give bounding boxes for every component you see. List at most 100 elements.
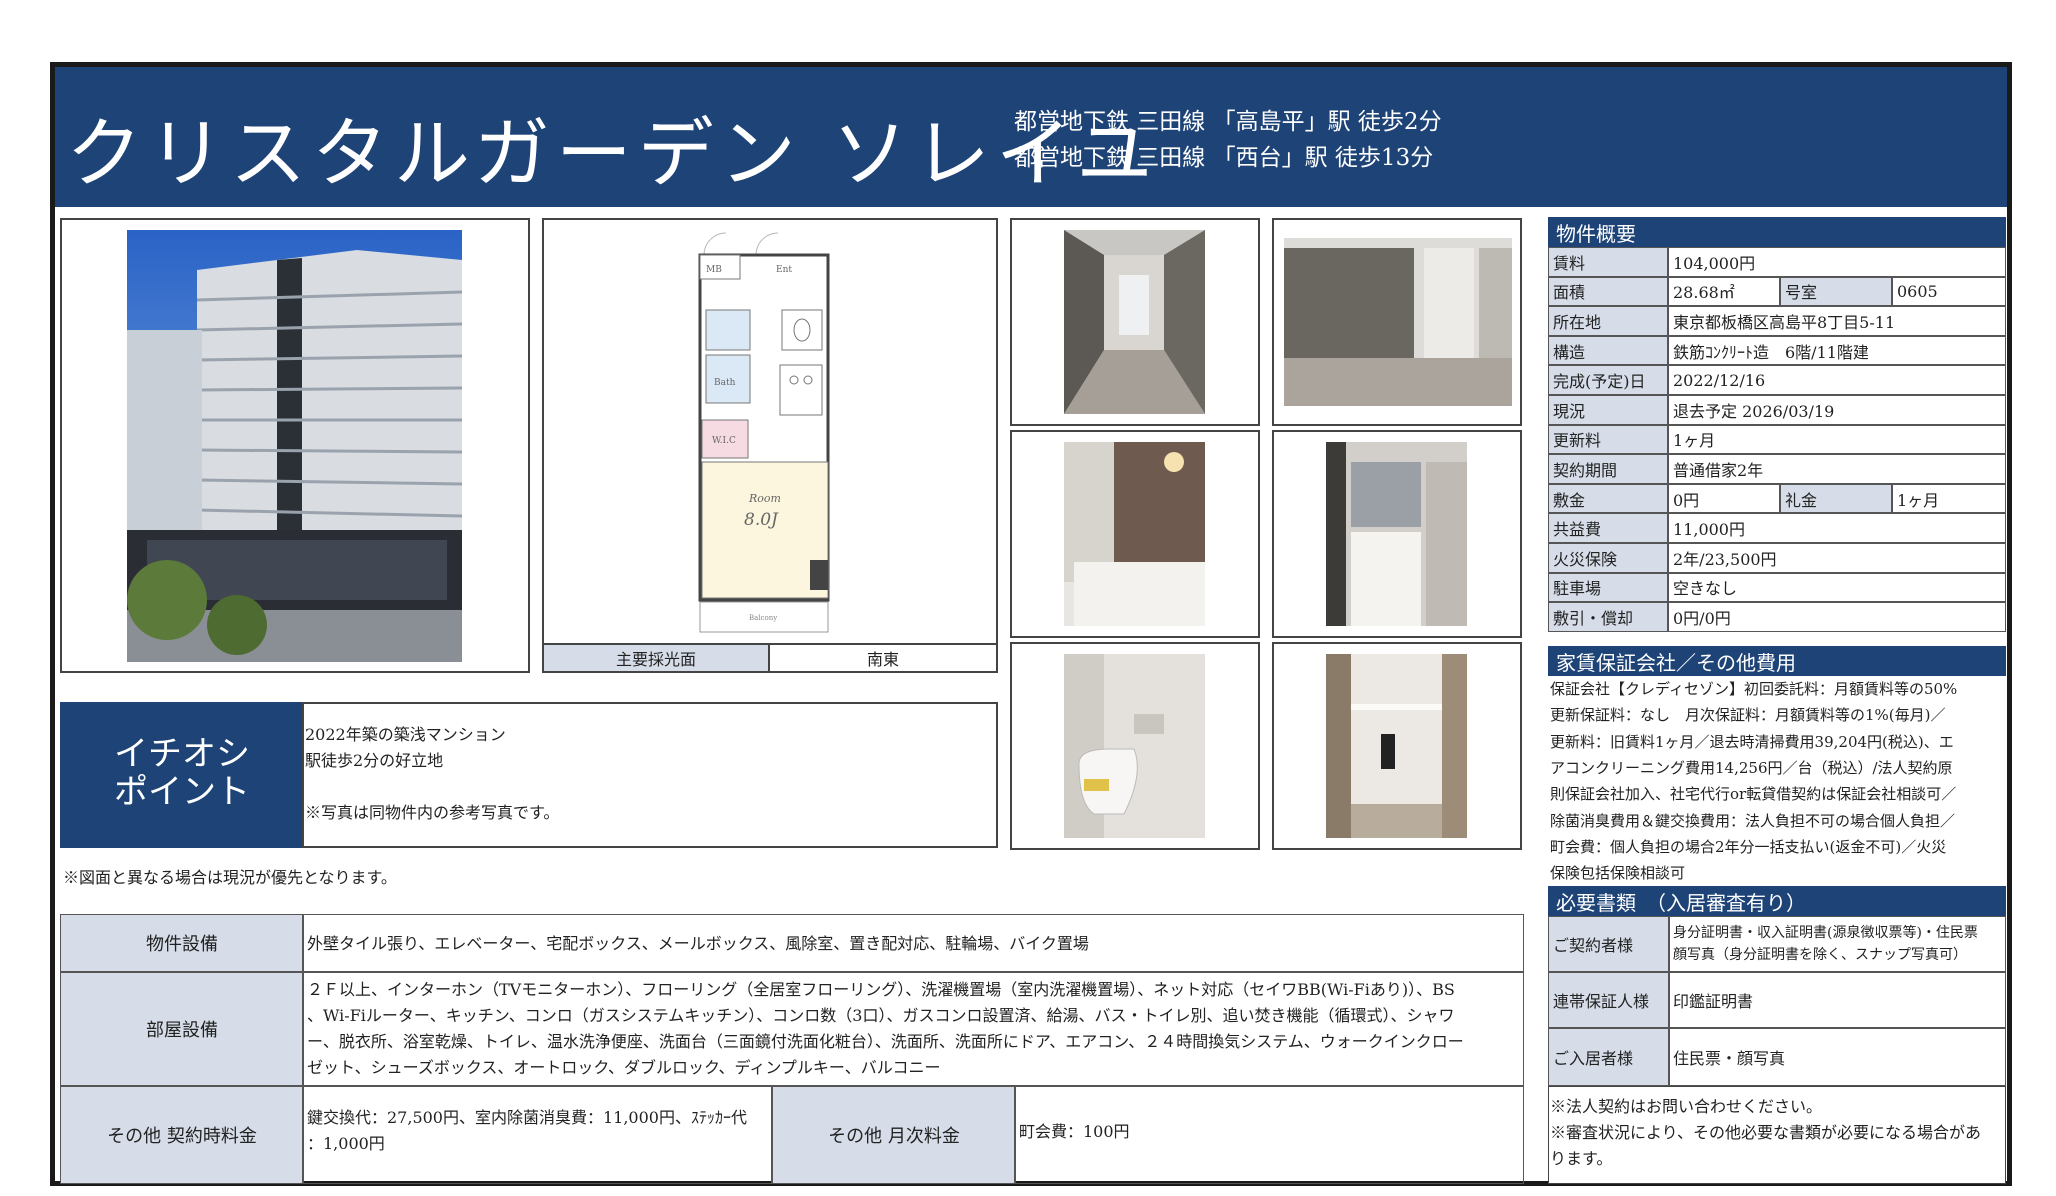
resident-label: ご入居者様: [1548, 1028, 1670, 1086]
overview-value: 退去予定 2026/03/19: [1668, 395, 2006, 425]
station-access-2: 都営地下鉄 三田線 「西台」駅 徒歩13分: [1014, 145, 1434, 171]
mb-label: MB: [706, 265, 722, 275]
recommend-line-2: 駅徒歩2分の好立地: [305, 751, 444, 770]
documents-note-2: ※審査状況により、その他必要な書類が必要になる場合があ: [1550, 1123, 1982, 1142]
monthly-fee-label: その他 月次料金: [772, 1086, 1016, 1184]
balcony-label: Balcony: [749, 614, 777, 622]
overview-label: 号室: [1780, 276, 1892, 307]
overview-value: 空きなし: [1668, 572, 2006, 603]
washroom-photo: [1326, 442, 1467, 626]
bathroom-photo: [1064, 442, 1205, 626]
guarantee-line: アコンクリーニング費用14,256円／台（税込）/法人契約原: [1550, 758, 1953, 777]
guarantee-line: 除菌消臭費用＆鍵交換費用：法人負担不可の場合個人負担／: [1550, 811, 1956, 830]
contract-fee-line-2: ：1,000円: [307, 1134, 385, 1153]
room-size: 8.0J: [744, 510, 779, 530]
recommend-line-1: 2022年築の築浅マンション: [305, 725, 506, 744]
overview-label: 所在地: [1548, 306, 1668, 336]
wic-label: W.I.C: [712, 436, 736, 446]
interior-photo-6-box: [1272, 642, 1522, 850]
interior-photo-1-box: [1010, 218, 1260, 426]
overview-label: 礼金: [1780, 483, 1892, 514]
overview-heading: 物件概要: [1548, 217, 2006, 247]
interior-photo-3-box: [1010, 430, 1260, 638]
building-equipment-value: 外壁タイル張り、エレベーター、宅配ボックス、メールボックス、風除室、置き配対応、…: [302, 914, 1524, 972]
contractor-docs-line-1: 身分証明書・収入証明書(源泉徴収票等)・住民票: [1673, 925, 1978, 941]
room-equipment-line-3: ー、脱衣所、浴室乾燥、トイレ、温水洗浄便座、洗面台（三面鏡付洗面化粧台）、洗面所…: [307, 1032, 1464, 1051]
overview-value: 2年/23,500円: [1668, 543, 2006, 573]
overview-value: 11,000円: [1668, 513, 2006, 543]
overview-value: 104,000円: [1668, 247, 2006, 277]
guarantee-heading: 家賃保証会社／その他費用: [1548, 646, 2006, 676]
overview-value: 0円: [1668, 483, 1780, 514]
toilet-photo: [1064, 654, 1205, 838]
recommend-heading-line1: イチオシ: [114, 734, 250, 774]
station-access-1: 都営地下鉄 三田線 「高島平」駅 徒歩2分: [1014, 109, 1442, 135]
closet-photo: [1326, 654, 1467, 838]
overview-value: 普通借家2年: [1668, 454, 2006, 484]
contractor-label: ご契約者様: [1548, 916, 1670, 972]
overview-label: 賃料: [1548, 247, 1668, 277]
lighting-direction: 南東: [768, 643, 998, 673]
building-equipment-label: 物件設備: [60, 914, 304, 972]
contractor-docs: 身分証明書・収入証明書(源泉徴収票等)・住民票 顔写真（身分証明書を除く、スナッ…: [1668, 916, 2006, 972]
property-title: クリスタルガーデン ソレイユ: [66, 109, 1159, 198]
documents-note-1: ※法人契約はお問い合わせください。: [1550, 1097, 1823, 1116]
contract-fee-value: 鍵交換代：27,500円、室内除菌消臭費：11,000円、ｽﾃｯｶｰ代 ：1,0…: [302, 1086, 772, 1184]
guarantee-line: 則保証会社加入、社宅代行or転貸借契約は保証会社相談可／: [1550, 785, 1957, 804]
monthly-fee-value: 町会費：100円: [1014, 1086, 1524, 1184]
contractor-docs-line-2: 顔写真（身分証明書を除く、スナップ写真可）: [1673, 947, 1967, 963]
room-label: Room: [748, 492, 781, 505]
overview-value: 28.68㎡: [1668, 276, 1780, 307]
overview-label: 契約期間: [1548, 454, 1668, 484]
floorplan-box: MB Ent Bath W.I.C Room 8.0J Balcony: [542, 218, 998, 673]
room-equipment-line-2: 、Wi-Fiルーター、キッチン、コンロ（ガスシステムキッチン）、コンロ数（3口）…: [307, 1006, 1455, 1025]
overview-label: 敷引・償却: [1548, 602, 1668, 632]
interior-photo-4-box: [1272, 430, 1522, 638]
resident-docs: 住民票・顔写真: [1668, 1028, 2006, 1086]
overview-label: 面積: [1548, 276, 1668, 307]
contract-fee-line-1: 鍵交換代：27,500円、室内除菌消臭費：11,000円、ｽﾃｯｶｰ代: [307, 1108, 747, 1127]
documents-heading: 必要書類 （入居審査有り）: [1548, 886, 2006, 916]
overview-label: 現況: [1548, 395, 1668, 425]
room-equipment-line-1: ２Ｆ以上、インターホン（TVモニターホン）、フローリング（全居室フローリング）、…: [307, 980, 1455, 999]
overview-label: 更新料: [1548, 424, 1668, 455]
interior-photo-2-box: [1272, 218, 1522, 426]
overview-value: 0円/0円: [1668, 602, 2006, 632]
building-exterior-photo: [127, 230, 462, 662]
bath-label: Bath: [714, 378, 736, 388]
contract-fee-label: その他 契約時料金: [60, 1086, 304, 1184]
bedroom-photo: [1284, 238, 1512, 406]
exterior-photo-box: [60, 218, 530, 673]
guarantor-label: 連帯保証人様: [1548, 972, 1670, 1028]
documents-note-3: ります。: [1550, 1149, 1613, 1168]
lighting-label: 主要採光面: [542, 643, 770, 673]
overview-label: 完成(予定)日: [1548, 365, 1668, 395]
guarantee-line: 更新保証料：なし 月次保証料：月額賃料等の1%(毎月)／: [1550, 706, 1946, 725]
living-room-photo: [1064, 230, 1205, 414]
guarantor-docs: 印鑑証明書: [1668, 972, 2006, 1028]
room-equipment-label: 部屋設備: [60, 972, 304, 1086]
ent-label: Ent: [776, 265, 792, 275]
guarantee-line: 更新料：旧賃料1ヶ月／退去時清掃費用39,204円(税込)、エ: [1550, 732, 1954, 751]
overview-value: 1ヶ月: [1668, 424, 2006, 455]
overview-value: 0605: [1892, 276, 2006, 307]
overview-value: 東京都板橋区高島平8丁目5-11: [1668, 306, 2006, 336]
overview-label: 構造: [1548, 335, 1668, 366]
overview-label: 駐車場: [1548, 572, 1668, 603]
floorplan-drawing: MB Ent Bath W.I.C Room 8.0J Balcony: [684, 230, 844, 635]
overview-value: 2022/12/16: [1668, 365, 2006, 395]
recommend-line-3: ※写真は同物件内の参考写真です。: [305, 803, 560, 822]
overview-value: 鉄筋ｺﾝｸﾘｰﾄ造 6階/11階建: [1668, 335, 2006, 366]
overview-label: 共益費: [1548, 513, 1668, 543]
interior-photo-5-box: [1010, 642, 1260, 850]
overview-label: 敷金: [1548, 483, 1668, 514]
guarantee-line: 町会費：個人負担の場合2年分一括支払い(返金不可)／火災: [1550, 837, 1947, 856]
overview-label: 火災保険: [1548, 543, 1668, 573]
floorplan-notice: ※図面と異なる場合は現況が優先となります。: [63, 868, 397, 887]
room-equipment-value: ２Ｆ以上、インターホン（TVモニターホン）、フローリング（全居室フローリング）、…: [302, 972, 1524, 1086]
guarantee-line: 保険包括保険相談可: [1550, 864, 1686, 883]
recommend-heading-line2: ポイント: [114, 772, 250, 812]
guarantee-line: 保証会社【クレディセゾン】初回委託料：月額賃料等の50%: [1550, 680, 1958, 698]
room-equipment-line-4: ゼット、シューズボックス、オートロック、ダブルロック、ディンプルキー、バルコニー: [307, 1058, 941, 1077]
overview-value: 1ヶ月: [1892, 483, 2006, 514]
